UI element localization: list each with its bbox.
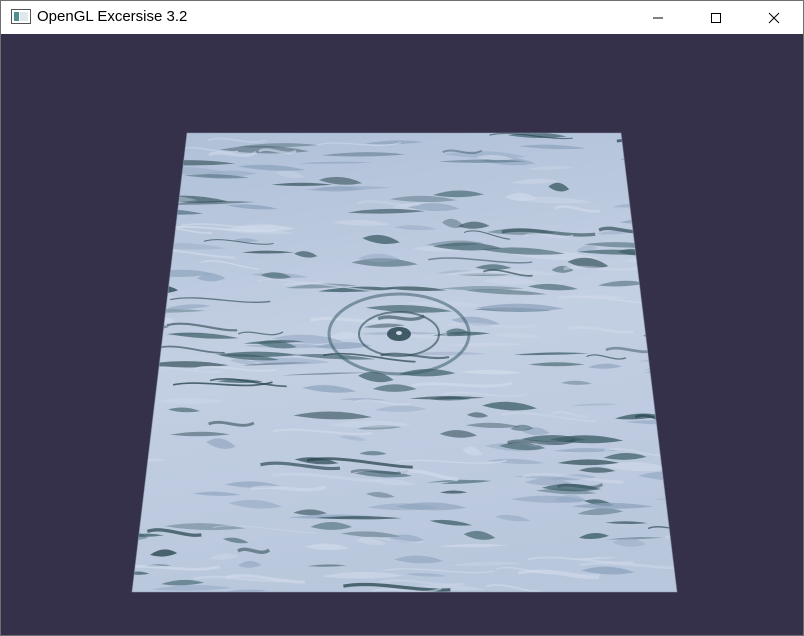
maximize-icon <box>711 12 721 23</box>
render-canvas <box>1 34 803 635</box>
title-bar[interactable]: OpenGL Excersise 3.2 <box>1 1 803 34</box>
maximize-button[interactable] <box>687 1 745 34</box>
opengl-viewport[interactable] <box>1 34 803 635</box>
app-window: OpenGL Excersise 3.2 <box>0 0 804 636</box>
window-app-icon <box>11 9 31 24</box>
window-title: OpenGL Excersise 3.2 <box>37 8 188 25</box>
minimize-button[interactable] <box>629 1 687 34</box>
close-icon <box>768 12 780 23</box>
close-button[interactable] <box>745 1 803 34</box>
minimize-icon <box>653 17 663 18</box>
